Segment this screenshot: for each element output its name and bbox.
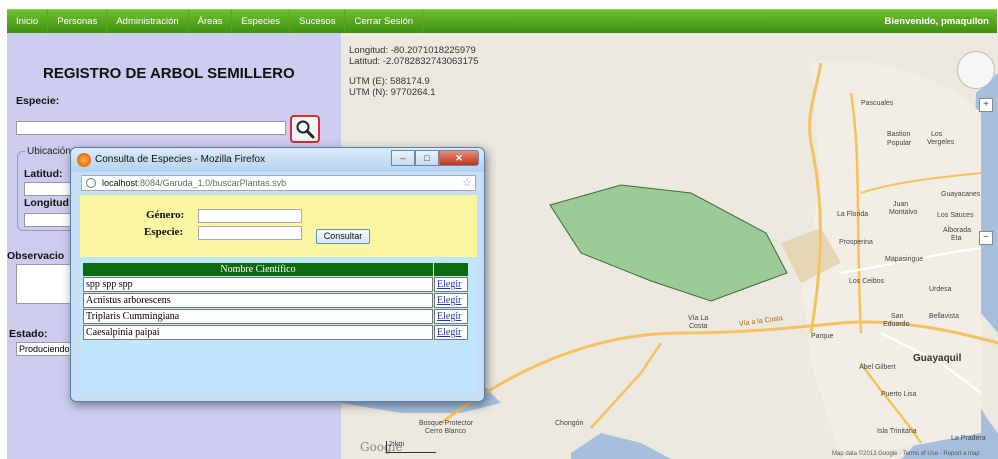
label-abel-gilbert: Abel Gilbert [859, 364, 896, 371]
label-via-la: Vía La [688, 315, 709, 322]
species-name: Caesalpinia paipai [83, 325, 433, 340]
nav-personas[interactable]: Personas [48, 10, 108, 33]
label-bosque: Bosque Protector [419, 420, 474, 427]
table-row: Triplaris Cummingiana Elegir [83, 309, 468, 324]
label-la-pradera: La Pradera [951, 435, 986, 442]
welcome-text: Bienvenido, pmaquilon [884, 16, 989, 27]
popup-especie-input[interactable] [198, 226, 302, 240]
search-form: Género: Especie: Consultar [80, 195, 477, 257]
consultar-button[interactable]: Consultar [316, 229, 370, 244]
label-la-florida: La Florida [837, 211, 869, 218]
estado-label: Estado: [9, 328, 48, 340]
label-montalvo: Montalvo [889, 209, 918, 216]
elegir-link[interactable]: Elegir [434, 325, 468, 340]
label-guayacanes: Guayacanes [941, 191, 981, 198]
bookmark-star-icon[interactable]: ☆ [462, 176, 472, 190]
table-row: Acnistus arborescens Elegir [83, 293, 468, 308]
label-san: San [891, 313, 904, 320]
species-name: Triplaris Cummingiana [83, 309, 433, 324]
magnifier-icon [296, 120, 315, 139]
close-button[interactable]: ✕ [439, 150, 479, 166]
table-row: spp spp spp Elegir [83, 277, 468, 292]
utm-n-readout: UTM (N): 9770264.1 [349, 87, 436, 98]
label-prosperina: Prosperina [839, 239, 873, 246]
popup-content: Género: Especie: Consultar Nombre Cientí… [80, 195, 477, 393]
estado-select[interactable]: Produciendo [16, 342, 76, 356]
label-chongon: Chongón [555, 420, 584, 427]
nav-especies[interactable]: Especies [232, 10, 291, 33]
especie-label: Especie: [16, 95, 60, 107]
label-vergeles: Vergeles [927, 139, 955, 146]
popup-title: Consulta de Especies - Mozilla Firefox [95, 154, 266, 165]
globe-icon [86, 178, 96, 188]
top-nav: Inicio Personas Administración Áreas Esp… [7, 9, 997, 33]
label-alborada: Alborada [943, 227, 972, 234]
label-popular: Popular [887, 140, 912, 147]
species-popup-window: Consulta de Especies - Mozilla Firefox –… [70, 147, 485, 402]
nav-administracion[interactable]: Administración [107, 10, 189, 33]
map-footer: Map data ©2013 Google · Terms of Use · R… [832, 451, 980, 457]
pan-control[interactable] [957, 51, 995, 89]
elegir-link[interactable]: Elegir [434, 309, 468, 324]
label-urdesa: Urdesa [929, 286, 952, 293]
table-header-row: Nombre Científico [83, 263, 468, 276]
label-los-ceibos: Los Ceibos [849, 278, 885, 285]
coordinates-readout: Longitud: -80.2071018225979 Latitud: -2.… [349, 45, 478, 98]
longitud-label: Longitud [24, 197, 69, 209]
firefox-icon [77, 153, 91, 167]
label-pascuales: Pascuales [861, 100, 894, 107]
label-guayaquil: Guayaquil [913, 353, 962, 364]
genero-label: Género: [146, 209, 185, 221]
especie-input[interactable] [16, 121, 286, 135]
label-mapasingue: Mapasingue [885, 256, 924, 263]
label-juan: Juan [893, 201, 909, 208]
latitud-label: Latitud: [24, 168, 63, 180]
label-isla-trinitaria: Isla Trinitaria [877, 428, 917, 435]
label-cerro: Cerro Blanco [425, 428, 466, 435]
popup-especie-label: Especie: [144, 226, 184, 238]
nav-areas[interactable]: Áreas [189, 10, 233, 33]
search-button[interactable] [290, 115, 320, 143]
species-name: spp spp spp [83, 277, 433, 292]
col-header-nombre: Nombre Científico [83, 263, 433, 276]
label-parque: Parque [811, 333, 834, 340]
elegir-link[interactable]: Elegir [434, 277, 468, 292]
zoom-in-button[interactable]: + [979, 98, 993, 112]
label-eduardo: Eduardo [883, 321, 910, 328]
longitud-readout: Longitud: -80.2071018225979 [349, 45, 476, 56]
url-path: :8084/Garuda_1.0/buscarPlantas.svb [137, 178, 287, 188]
latitud-readout: Latitud: -2.0782832743063175 [349, 56, 479, 67]
ubicacion-legend: Ubicación [25, 146, 73, 157]
url-bar[interactable]: localhost:8084/Garuda_1.0/buscarPlantas.… [81, 175, 476, 191]
label-puerto-lisa: Puerto Lisa [881, 391, 917, 398]
nav-sucesos[interactable]: Sucesos [290, 10, 346, 33]
label-bellavista: Bellavista [929, 313, 959, 320]
maximize-button[interactable]: □ [415, 150, 439, 166]
label-bastion: Bastion [887, 131, 911, 138]
map-scale: 2 km [386, 441, 436, 453]
observaciones-label: Observacio [7, 250, 65, 262]
label-los: Los [931, 131, 943, 138]
observaciones-textarea[interactable] [16, 264, 76, 304]
elegir-link[interactable]: Elegir [434, 293, 468, 308]
popup-titlebar[interactable]: Consulta de Especies - Mozilla Firefox –… [71, 148, 484, 172]
nav-cerrar-sesion[interactable]: Cerrar Sesión [345, 10, 424, 33]
table-row: Caesalpinia paipai Elegir [83, 325, 468, 340]
results-table: Nombre Científico spp spp spp Elegir Acn… [82, 262, 469, 341]
species-name: Acnistus arborescens [83, 293, 433, 308]
url-host: localhost [102, 178, 138, 188]
label-los-sauces: Los Sauces [937, 212, 974, 219]
zoom-out-button[interactable]: − [979, 231, 993, 245]
label-eta: Eta [951, 235, 962, 242]
nav-inicio[interactable]: Inicio [7, 10, 49, 33]
label-costa: Costa [689, 323, 708, 330]
genero-input[interactable] [198, 209, 302, 223]
minimize-button[interactable]: – [391, 150, 415, 166]
page-title: REGISTRO DE ARBOL SEMILLERO [43, 65, 295, 82]
utm-e-readout: UTM (E): 588174.9 [349, 76, 430, 87]
window-controls: – □ ✕ [391, 150, 479, 166]
col-header-action [434, 263, 468, 276]
